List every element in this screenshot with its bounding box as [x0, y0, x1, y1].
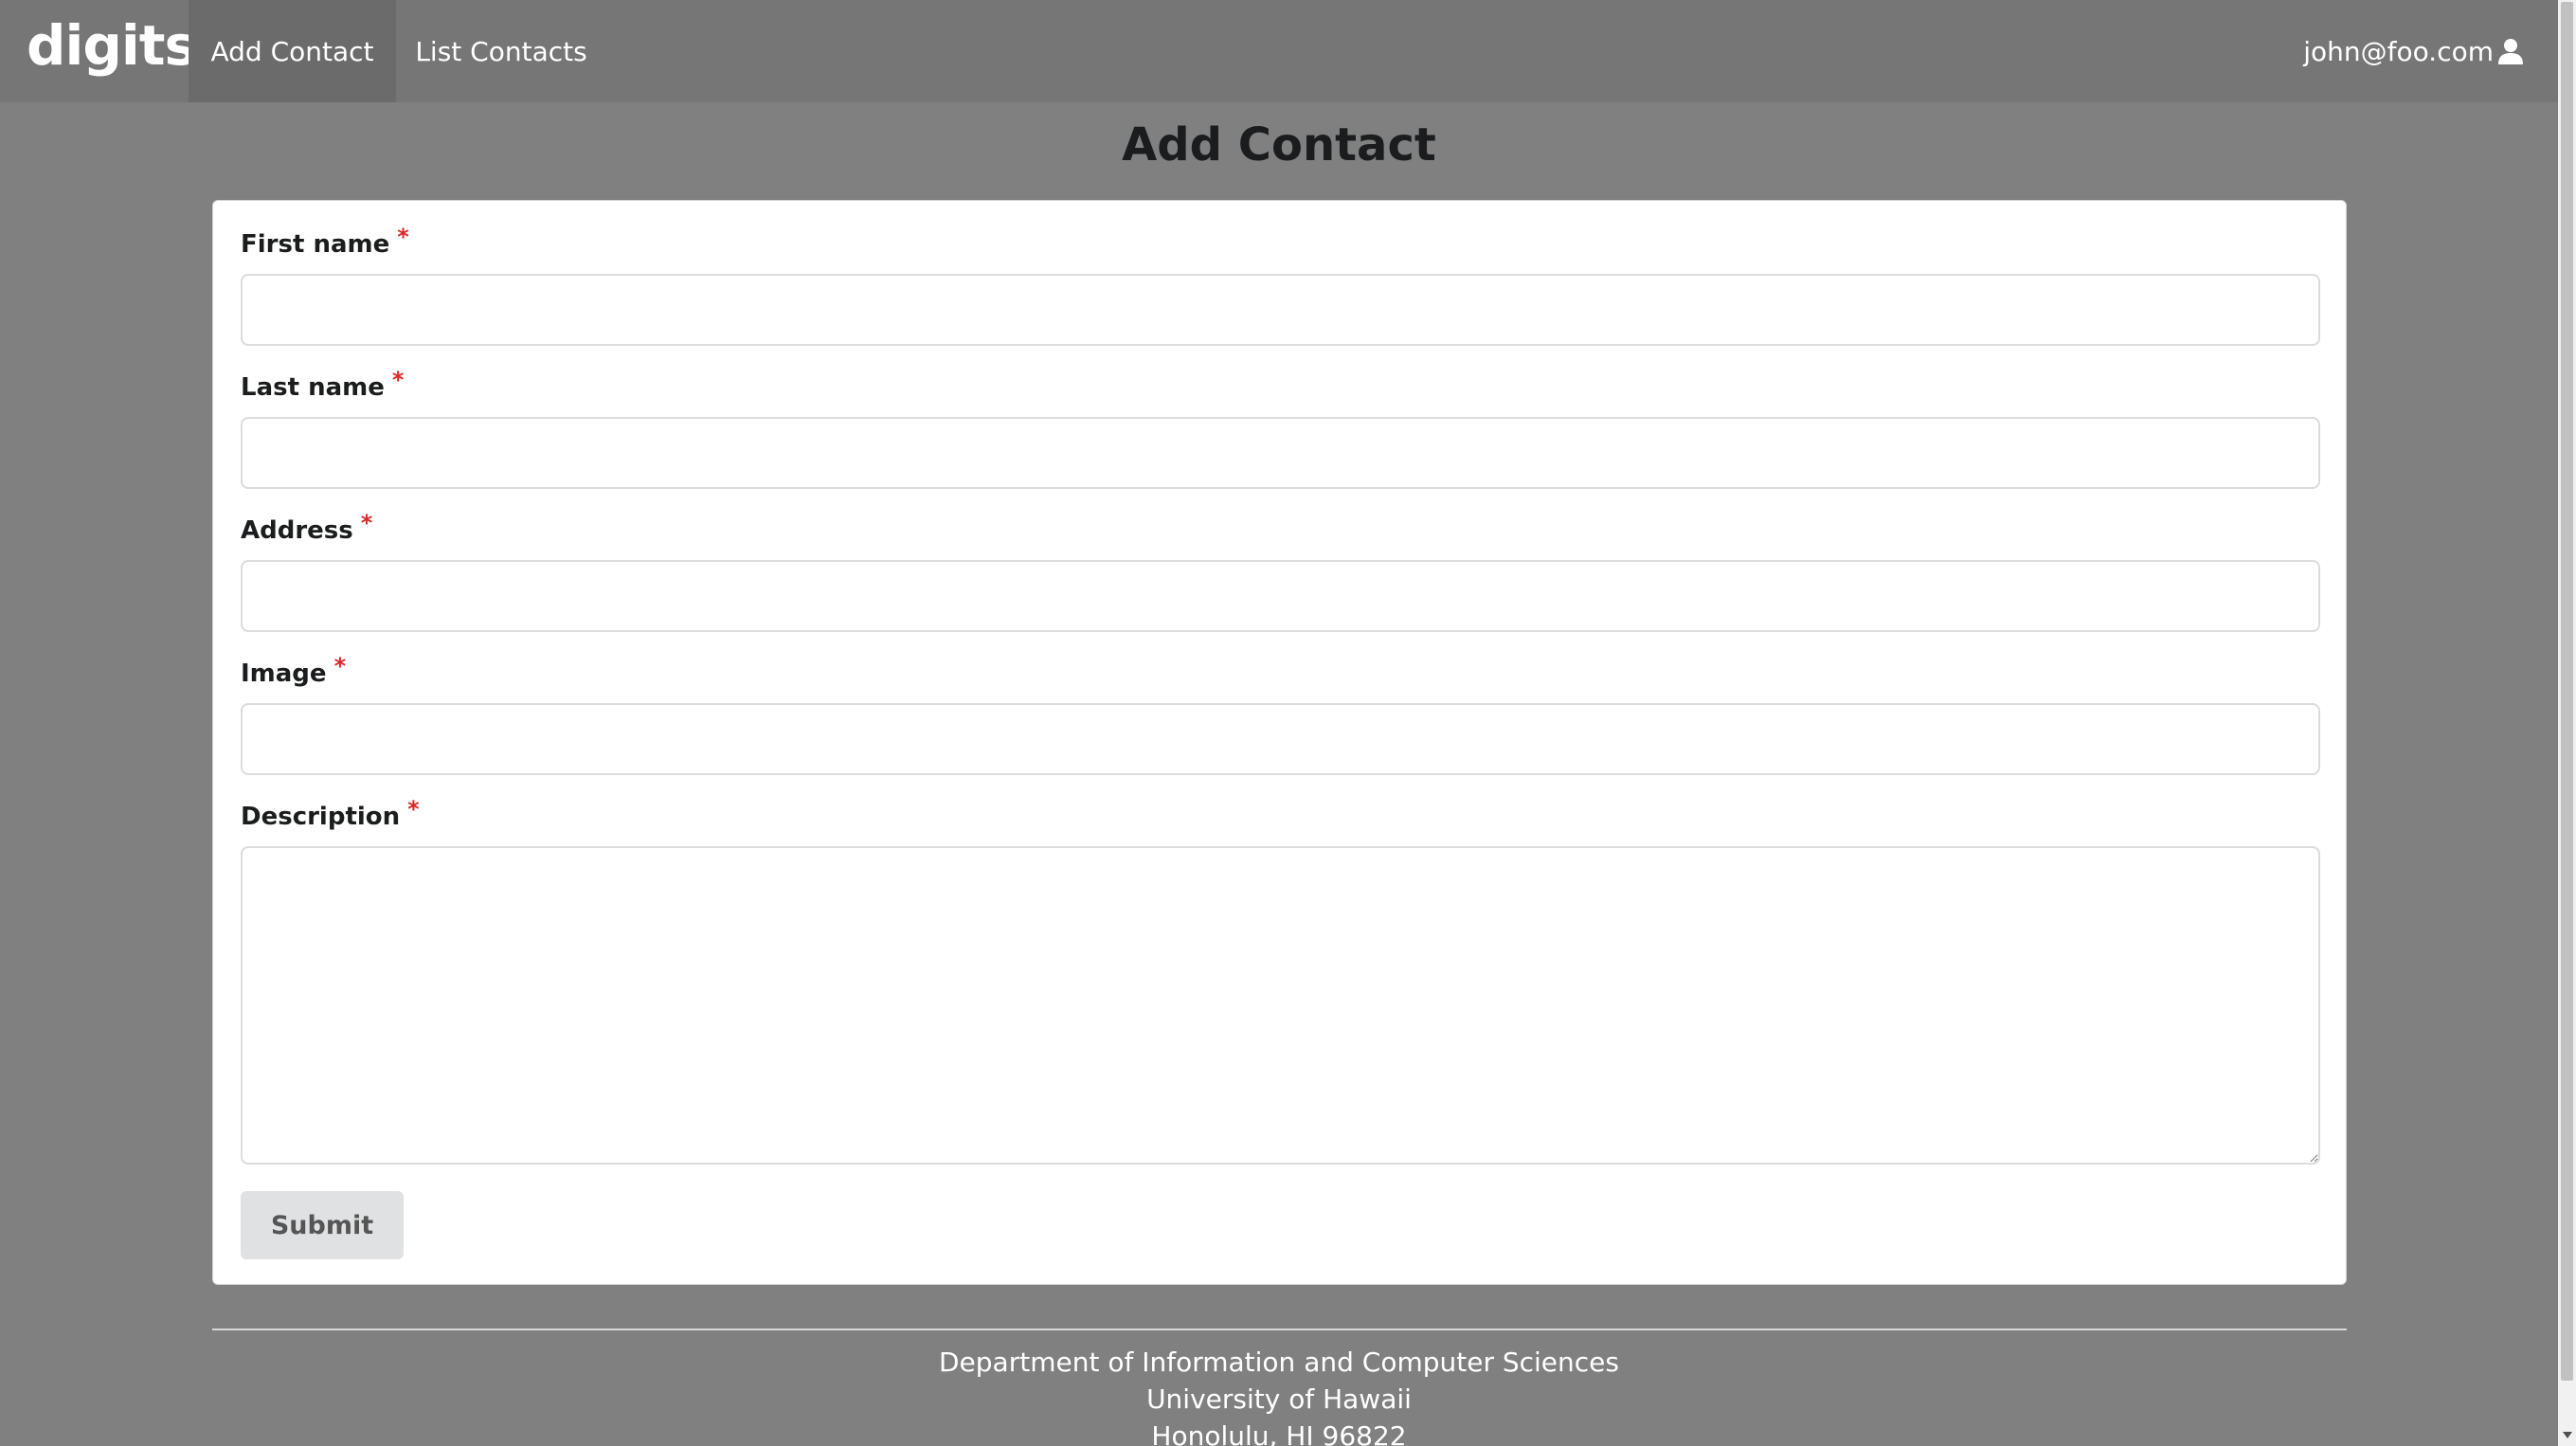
- image-input[interactable]: [241, 703, 2320, 775]
- address-label-text: Address: [241, 516, 353, 545]
- page-title: Add Contact: [1122, 118, 1436, 172]
- address-input[interactable]: [241, 560, 2320, 632]
- first-name-label-text: First name: [241, 230, 390, 259]
- add-contact-form: First name * Last name * Address * Image * D…: [212, 200, 2347, 1285]
- footer-divider: [212, 1329, 2347, 1330]
- first-name-input[interactable]: [241, 274, 2320, 346]
- scroll-down-arrow-icon[interactable]: [2558, 1427, 2576, 1444]
- required-marker: *: [397, 224, 409, 250]
- image-label: Image *: [241, 653, 346, 690]
- required-marker: *: [391, 367, 405, 393]
- nav-list-contacts[interactable]: List Contacts: [396, 0, 606, 102]
- top-navbar: digits Add Contact List Contacts john@fo…: [0, 0, 2558, 102]
- user-menu[interactable]: john@foo.com: [2303, 0, 2524, 102]
- vertical-scrollbar[interactable]: [2558, 0, 2576, 1446]
- address-label: Address *: [241, 510, 372, 547]
- brand-logo[interactable]: digits: [27, 9, 197, 81]
- footer-address: Honolulu, HI 96822: [1151, 1420, 1407, 1446]
- scrollbar-thumb[interactable]: [2561, 2, 2573, 1381]
- user-icon: [2498, 39, 2523, 64]
- page: digits Add Contact List Contacts john@fo…: [0, 0, 2576, 1446]
- required-marker: *: [333, 653, 347, 679]
- first-name-label: First name *: [241, 224, 409, 261]
- required-marker: *: [407, 796, 420, 822]
- last-name-input[interactable]: [241, 417, 2320, 489]
- last-name-label-text: Last name: [241, 373, 385, 402]
- user-email: john@foo.com: [2303, 35, 2494, 67]
- image-label-text: Image: [241, 660, 327, 688]
- last-name-label: Last name *: [241, 367, 404, 404]
- nav-add-contact[interactable]: Add Contact: [189, 0, 396, 102]
- description-label: Description *: [241, 796, 420, 833]
- required-marker: *: [360, 510, 373, 536]
- submit-button[interactable]: Submit: [241, 1191, 404, 1259]
- footer: Department of Information and Computer S…: [0, 1344, 2558, 1446]
- description-textarea[interactable]: [241, 846, 2320, 1165]
- footer-university: University of Hawaii: [1146, 1383, 1412, 1415]
- description-label-text: Description: [241, 803, 401, 831]
- footer-department: Department of Information and Computer S…: [938, 1347, 1619, 1378]
